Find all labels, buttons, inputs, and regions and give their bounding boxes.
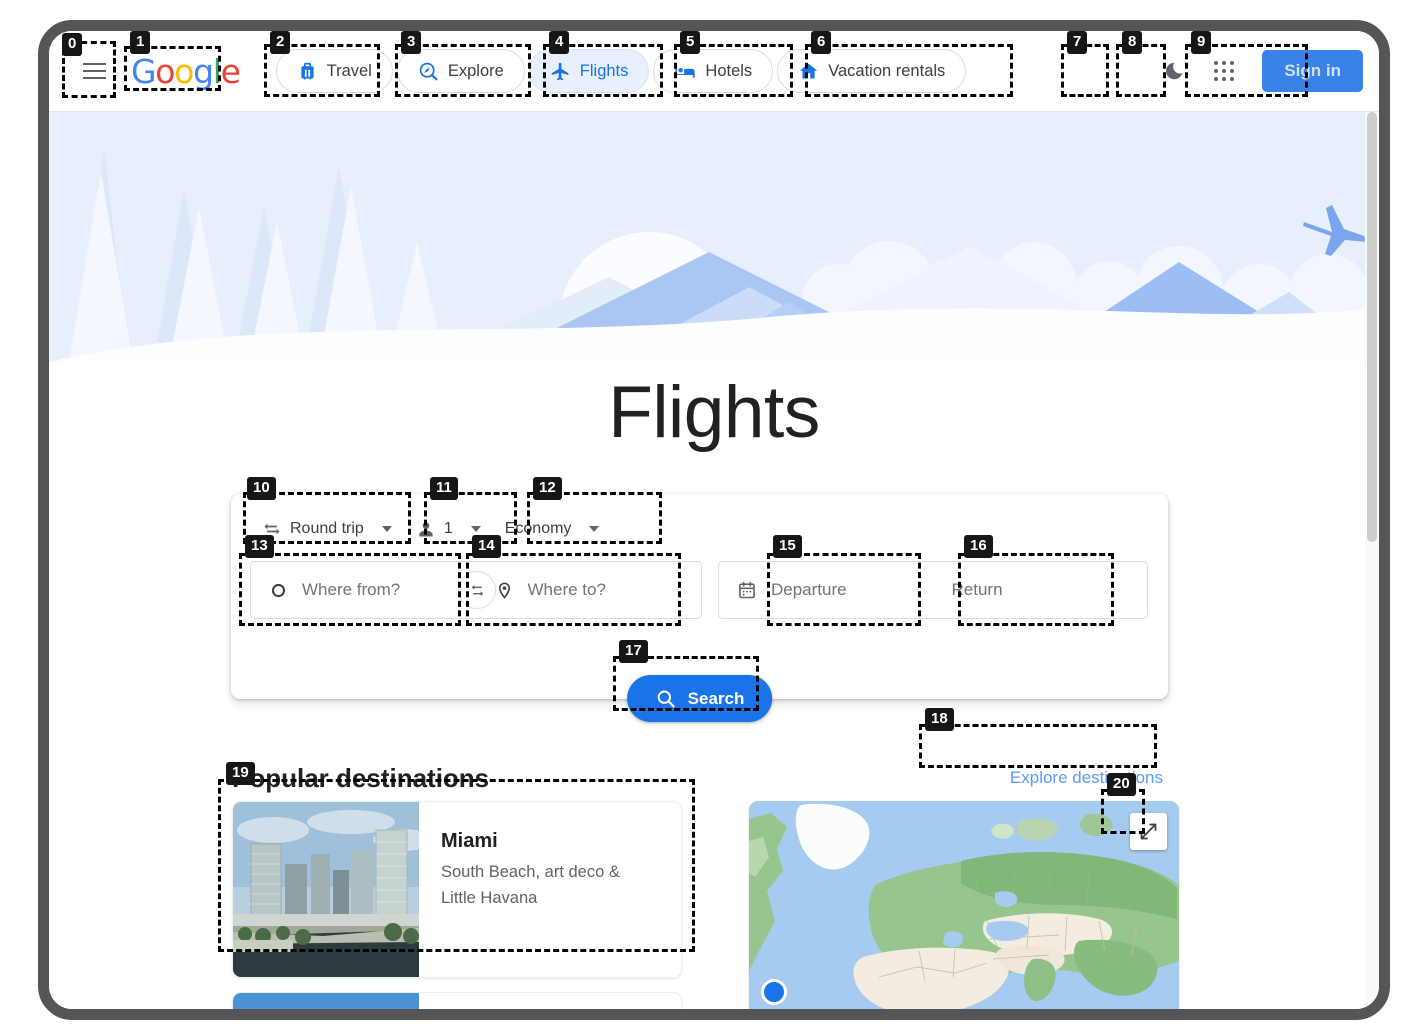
chevron-down-icon — [470, 526, 481, 532]
dates-field-group: Departure Return — [718, 561, 1148, 619]
johannesburg-photo — [233, 993, 419, 1009]
nav-item-explore[interactable]: Explore — [396, 49, 525, 93]
page-viewport: Google Travel Explore Flights Hotels Vac… — [49, 31, 1379, 1009]
nav-item-label: Travel — [326, 61, 372, 80]
passengers-selector[interactable]: 1 — [406, 510, 491, 548]
person-icon — [419, 522, 433, 537]
destination-card-miami[interactable]: Miami South Beach, art deco & Little Hav… — [232, 801, 682, 978]
sign-in-button[interactable]: Sign in — [1262, 50, 1363, 92]
destination-name: Miami — [441, 830, 498, 852]
apps-grid-dots — [1214, 61, 1235, 81]
world-map-panel[interactable] — [749, 801, 1179, 1009]
calendar-icon — [739, 581, 755, 599]
search-fields-row: Where from? Where to? Departure Return — [245, 561, 1154, 619]
destination-placeholder: Where to? — [527, 580, 606, 599]
map-pin-icon — [498, 582, 510, 599]
origin-input[interactable]: Where from? — [251, 562, 476, 618]
nav-item-label: Flights — [579, 61, 629, 80]
trip-type-label: Round trip — [290, 520, 364, 537]
swap-airports-button[interactable] — [458, 571, 496, 609]
dark-mode-glyph — [1166, 62, 1183, 80]
map-location-dot-icon[interactable] — [761, 979, 787, 1005]
magnifier-icon — [657, 690, 675, 708]
nav-item-label: Explore — [447, 61, 504, 80]
section-title: Popular destinations — [232, 762, 490, 793]
explore-search-icon — [419, 62, 438, 80]
departure-date-input[interactable]: Departure — [719, 562, 933, 618]
flight-search-card: Round trip 1 Economy Where from? Where t… — [231, 494, 1168, 722]
passenger-count: 1 — [443, 520, 453, 537]
trip-type-selector[interactable]: Round trip — [252, 510, 402, 548]
places-field-group: Where from? Where to? — [250, 561, 702, 619]
nav-item-hotels[interactable]: Hotels — [653, 49, 774, 93]
circle-origin-icon — [271, 583, 286, 597]
house-icon — [799, 63, 818, 78]
nav-item-label: Hotels — [705, 61, 753, 80]
vertical-scrollbar-thumb[interactable] — [1367, 112, 1377, 542]
mountain-scene-graphic — [49, 112, 1379, 362]
airplane-icon — [551, 62, 569, 80]
browser-window-frame: Google Travel Explore Flights Hotels Vac… — [38, 20, 1390, 1020]
miami-skyline-photo — [233, 802, 419, 977]
departure-placeholder: Departure — [771, 580, 847, 599]
bed-icon — [675, 65, 696, 78]
search-button[interactable]: Search — [626, 675, 773, 722]
destination-input[interactable]: Where to? — [477, 562, 702, 618]
search-options-row: Round trip 1 Economy — [245, 508, 1154, 550]
popular-destinations-header: Popular destinations Explore destination… — [232, 758, 1177, 798]
destination-card-body: Johannesburg — [419, 993, 601, 1009]
primary-nav: Travel Explore Flights Hotels Vacation r… — [275, 49, 967, 93]
vertical-scrollbar-track[interactable] — [1365, 112, 1379, 1009]
top-header-bar: Google Travel Explore Flights Hotels Vac… — [49, 31, 1379, 112]
hamburger-menu-icon[interactable] — [71, 48, 117, 94]
google-logo[interactable]: Google — [131, 52, 241, 91]
hero-illustration — [49, 112, 1379, 362]
moon-icon[interactable] — [1152, 49, 1196, 93]
luggage-icon — [300, 62, 314, 79]
origin-placeholder: Where from? — [302, 580, 401, 599]
destination-card-johannesburg[interactable]: Johannesburg — [232, 992, 682, 1009]
cabin-class-label: Economy — [504, 520, 572, 537]
destination-description: South Beach, art deco & Little Havana — [441, 863, 620, 907]
world-map-graphic — [749, 801, 1179, 1009]
nav-item-travel[interactable]: Travel — [275, 49, 393, 93]
header-actions: Sign in — [1152, 49, 1363, 93]
return-placeholder: Return — [951, 580, 1003, 599]
chevron-down-icon — [381, 526, 392, 532]
search-button-label: Search — [687, 688, 745, 708]
expand-arrows-glyph — [1140, 823, 1157, 840]
return-date-input[interactable]: Return — [934, 562, 1148, 618]
nav-item-flights[interactable]: Flights — [528, 49, 650, 93]
expand-diagonal-icon[interactable] — [1130, 813, 1167, 850]
grid-apps-icon[interactable] — [1202, 49, 1246, 93]
swap-horizontal-icon — [264, 523, 280, 535]
explore-destinations-link[interactable]: Explore destinations — [996, 758, 1177, 798]
destination-card-body: Miami South Beach, art deco & Little Hav… — [419, 802, 681, 977]
destination-cards-list: Miami South Beach, art deco & Little Hav… — [232, 801, 682, 1009]
nav-item-label: Vacation rentals — [828, 61, 946, 80]
page-title: Flights — [608, 372, 820, 453]
chevron-down-icon — [589, 526, 600, 532]
swap-arrows-icon — [471, 584, 483, 596]
cabin-class-selector[interactable]: Economy — [495, 510, 610, 548]
nav-item-vacation-rentals[interactable]: Vacation rentals — [777, 49, 967, 93]
